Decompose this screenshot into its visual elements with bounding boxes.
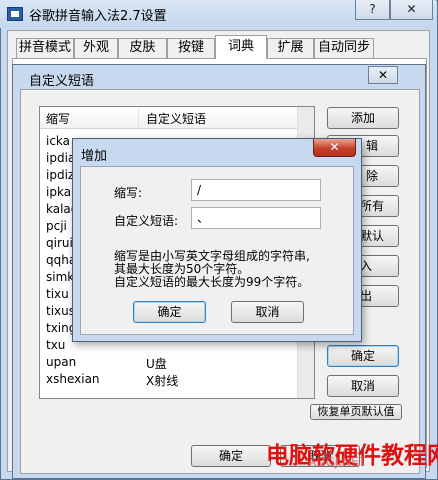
window-title: 谷歌拼音输入法2.7设置: [29, 9, 167, 24]
phrase-input[interactable]: 、: [191, 207, 321, 229]
tab-pinyin-mode[interactable]: 拼音模式: [16, 38, 74, 58]
add-cancel-button[interactable]: 取消: [231, 301, 304, 323]
list-item[interactable]: tixu: [46, 287, 69, 301]
phrase-ok-button[interactable]: 确定: [327, 345, 399, 367]
phrase-label: 自定义短语:: [114, 214, 179, 228]
tab-appearance[interactable]: 外观: [74, 38, 118, 58]
abbr-label: 缩写:: [114, 186, 143, 200]
list-item[interactable]: upan: [46, 355, 76, 369]
close-button[interactable]: ✕: [390, 0, 433, 20]
watermark-sub: ADGJ.NET: [308, 455, 366, 469]
list-item[interactable]: ipka: [46, 185, 71, 199]
tab-skin[interactable]: 皮肤: [118, 38, 167, 58]
list-item[interactable]: txu: [46, 338, 65, 352]
column-header-phrase[interactable]: 自定义短语: [146, 110, 206, 127]
tab-extension[interactable]: 扩展: [267, 38, 314, 58]
main-ok-button[interactable]: 确定: [191, 445, 271, 467]
hint-line-3: 自定义短语的最大长度为99个字符。: [114, 275, 310, 289]
app-icon: [7, 7, 23, 21]
abbr-input[interactable]: /: [191, 179, 321, 201]
phrase-cancel-button[interactable]: 取消: [327, 375, 399, 397]
list-item-phrase[interactable]: X射线: [146, 372, 178, 389]
add-dialog-title: 增加: [81, 149, 108, 164]
column-header-abbr[interactable]: 缩写: [46, 110, 70, 127]
restore-page-defaults-button[interactable]: 恢复单页默认值: [310, 404, 402, 420]
list-item[interactable]: xshexian: [46, 372, 100, 386]
add-dialog-close-button[interactable]: ✕: [313, 139, 356, 157]
list-item[interactable]: icka: [46, 134, 70, 148]
custom-phrase-close-button[interactable]: ✕: [368, 66, 398, 84]
help-button[interactable]: ?: [355, 0, 390, 20]
add-button[interactable]: 添加: [327, 107, 399, 129]
column-divider[interactable]: [138, 108, 139, 128]
tab-auto-sync[interactable]: 自动同步: [314, 38, 374, 58]
tab-keys[interactable]: 按键: [167, 38, 215, 58]
tab-dictionary[interactable]: 词典: [215, 35, 267, 59]
add-ok-button[interactable]: 确定: [133, 301, 206, 323]
list-item-phrase[interactable]: U盘: [146, 355, 167, 372]
list-item[interactable]: pcji: [46, 219, 67, 233]
custom-phrase-dialog-title: 自定义短语: [29, 74, 95, 89]
